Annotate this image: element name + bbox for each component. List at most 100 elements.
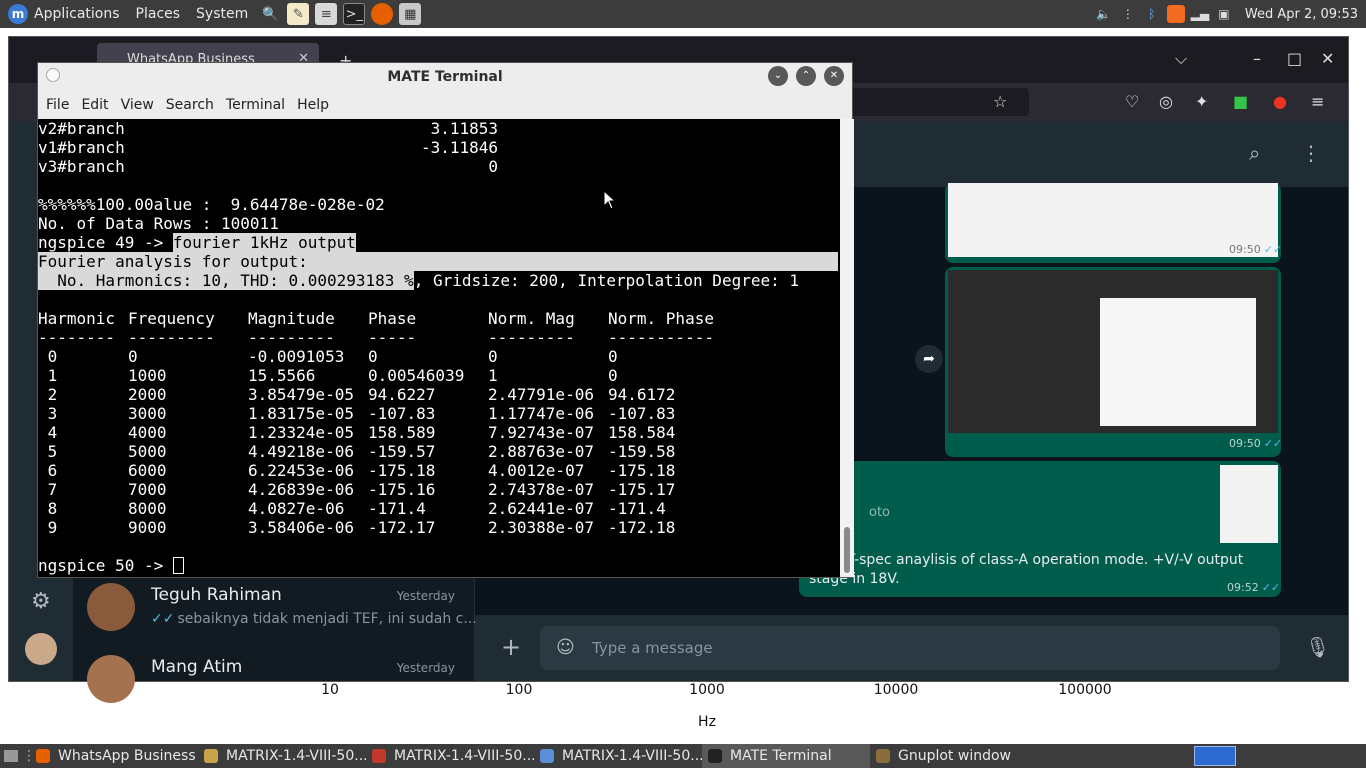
message-time: 09:50 ✓✓ [1229, 243, 1282, 256]
terminal-menubar: File Edit View Search Terminal Help [38, 91, 852, 119]
more-options-icon[interactable]: ⋮ [1301, 141, 1321, 165]
terminal-titlebar[interactable]: MATE Terminal ⌄ ⌃ ✕ [38, 63, 852, 91]
table-cell: 1 [38, 366, 58, 385]
terminal-output[interactable]: v2#branch 3.11853 v1#branch -3.11846 v3#bran… [38, 119, 838, 577]
message-image-screenshot [948, 270, 1278, 433]
table-cell: 3.58406e-06 [248, 518, 354, 537]
text-cursor [172, 557, 184, 574]
menu-view[interactable]: View [121, 97, 154, 113]
taskbar-window-button[interactable]: WhatsApp Business ... [30, 744, 198, 768]
terminal-launcher-icon[interactable]: >_ [343, 3, 366, 25]
table-cell: 0.00546039 [368, 366, 465, 385]
network-signal-icon[interactable]: ▂▄ [1191, 5, 1209, 23]
clock[interactable]: Wed Apr 2, 09:53 [1245, 7, 1358, 22]
bluetooth-icon[interactable]: ᛒ [1143, 5, 1161, 23]
show-desktop-icon[interactable] [0, 744, 22, 768]
workspace-switcher[interactable] [1194, 746, 1236, 766]
maximize-icon[interactable]: □ [1287, 49, 1302, 68]
table-cell: 3.85479e-05 [248, 385, 354, 404]
firefox-launcher-icon[interactable] [371, 3, 394, 25]
image-message[interactable]: 09:50 ✓✓ [945, 183, 1282, 263]
document-message[interactable]: oto he FFT-spec anaylisis of class-A ope… [799, 461, 1281, 597]
maximize-icon[interactable]: ⌃ [796, 66, 816, 86]
extension-green-icon[interactable]: ■ [1233, 92, 1248, 111]
menu-file[interactable]: File [46, 97, 69, 113]
status-line: %%%%%%100.00alue : 9.64478e-028e-02 [38, 195, 385, 214]
close-window-icon[interactable]: ✕ [1321, 49, 1334, 68]
menu-terminal[interactable]: Terminal [226, 97, 285, 113]
places-menu[interactable]: Places [128, 0, 189, 28]
gnuplot-x-tick: 100000 [1058, 682, 1112, 698]
table-cell: 0 [608, 347, 618, 366]
scrollbar-thumb[interactable] [844, 527, 850, 573]
search-launcher-icon[interactable]: 🔍 [259, 3, 281, 25]
chat-name: Teguh Rahiman [151, 585, 282, 605]
taskbar-window-button[interactable]: MATRIX-1.4-VIII-50... [534, 744, 702, 768]
calculator-launcher-icon[interactable]: ▦ [399, 3, 422, 25]
harmonics-selected: No. Harmonics: 10, THD: 0.000293183 % [38, 271, 414, 290]
volume-icon[interactable]: 🔈 [1095, 5, 1113, 23]
table-cell: 0 [488, 347, 498, 366]
menu-help[interactable]: Help [297, 97, 329, 113]
tray-menu-icon[interactable]: ⋮ [1119, 5, 1137, 23]
search-icon[interactable]: ⌕ [1249, 141, 1260, 165]
network-manager-icon[interactable]: ▣ [1215, 5, 1233, 23]
table-cell: -159.58 [608, 442, 676, 461]
chat-list-item[interactable]: Teguh Rahiman Yesterday ✓✓ sebaiknya tida… [73, 571, 477, 643]
column-header: Harmonic [38, 309, 116, 328]
table-cell: -175.18 [608, 461, 676, 480]
minimize-icon[interactable]: – [1253, 49, 1261, 68]
column-separator: --------- [128, 328, 215, 347]
window-menu-icon[interactable] [46, 68, 60, 82]
taskbar-window-button[interactable]: MATE Terminal [702, 744, 870, 768]
microphone-icon[interactable]: 🎙 [1305, 635, 1330, 659]
image-message[interactable]: 09:50 ✓✓ [945, 267, 1283, 457]
minimize-icon[interactable]: ⌄ [768, 66, 788, 86]
taskbar-window-button[interactable]: Gnuplot window 0 [870, 744, 1016, 768]
brave-icon[interactable] [1166, 5, 1185, 23]
column-header: Norm. Phase [608, 309, 714, 328]
table-cell: 15.5566 [248, 366, 316, 385]
close-icon[interactable]: ✕ [824, 66, 844, 86]
table-cell: -171.4 [368, 499, 426, 518]
branch-name: v3#branch [38, 157, 125, 176]
taskbar-window-button[interactable]: MATRIX-1.4-VIII-50... [366, 744, 534, 768]
read-receipt-icon: ✓✓ [1263, 437, 1283, 450]
applications-menu-label: Applications [34, 6, 120, 22]
message-composer: + ☺ Type a message 🎙 [475, 615, 1348, 681]
table-cell: 158.589 [368, 423, 436, 442]
profile-avatar[interactable] [25, 633, 57, 665]
menu-edit[interactable]: Edit [81, 97, 108, 113]
text-editor-launcher-icon[interactable]: ✎ [287, 3, 310, 25]
table-row: 5 5000 4.49218e-06 -159.57 2.88763e-07 -159.5… [38, 442, 838, 461]
table-cell: 0 [368, 347, 378, 366]
table-cell: -175.17 [608, 480, 676, 499]
message-input[interactable]: ☺ Type a message [540, 626, 1280, 670]
chat-preview: ✓✓ sebaiknya tidak menjadi TEF, ini sudah… [151, 611, 477, 627]
hamburger-menu-icon[interactable]: ≡ [1311, 92, 1324, 111]
account-icon[interactable]: ◎ [1159, 92, 1173, 111]
attach-plus-icon[interactable]: + [501, 633, 521, 661]
emoji-icon[interactable]: ☺ [556, 637, 575, 658]
pocket-icon[interactable]: ♡ [1125, 92, 1139, 111]
taskbar-window-button[interactable]: MATRIX-1.4-VIII-50... [198, 744, 366, 768]
table-cell: 6000 [128, 461, 167, 480]
menu-search[interactable]: Search [166, 97, 214, 113]
table-cell: 94.6227 [368, 385, 436, 404]
prompt: ngspice 49 -> [38, 233, 173, 252]
bookmark-star-icon[interactable]: ☆ [993, 92, 1007, 111]
applications-menu[interactable]: m Applications [0, 0, 128, 28]
forward-icon[interactable]: ➦ [915, 345, 943, 373]
mouse-pointer-icon [603, 190, 617, 210]
chat-list-item[interactable]: Mang Atim Yesterday [73, 643, 475, 715]
extension-red-icon[interactable]: ● [1273, 92, 1287, 111]
system-menu[interactable]: System [188, 0, 256, 28]
extensions-icon[interactable]: ✦ [1195, 92, 1208, 111]
tab-list-chevron-icon[interactable]: ⌵ [1175, 49, 1187, 69]
gnuplot-x-tick: 10000 [873, 682, 919, 698]
file-manager-launcher-icon[interactable]: ≡ [315, 3, 338, 25]
terminal-scrollbar[interactable] [840, 119, 854, 577]
gnuplot-x-tick: 100 [505, 682, 533, 698]
table-cell: -172.18 [608, 518, 676, 537]
settings-gear-icon[interactable]: ⚙ [31, 589, 51, 614]
